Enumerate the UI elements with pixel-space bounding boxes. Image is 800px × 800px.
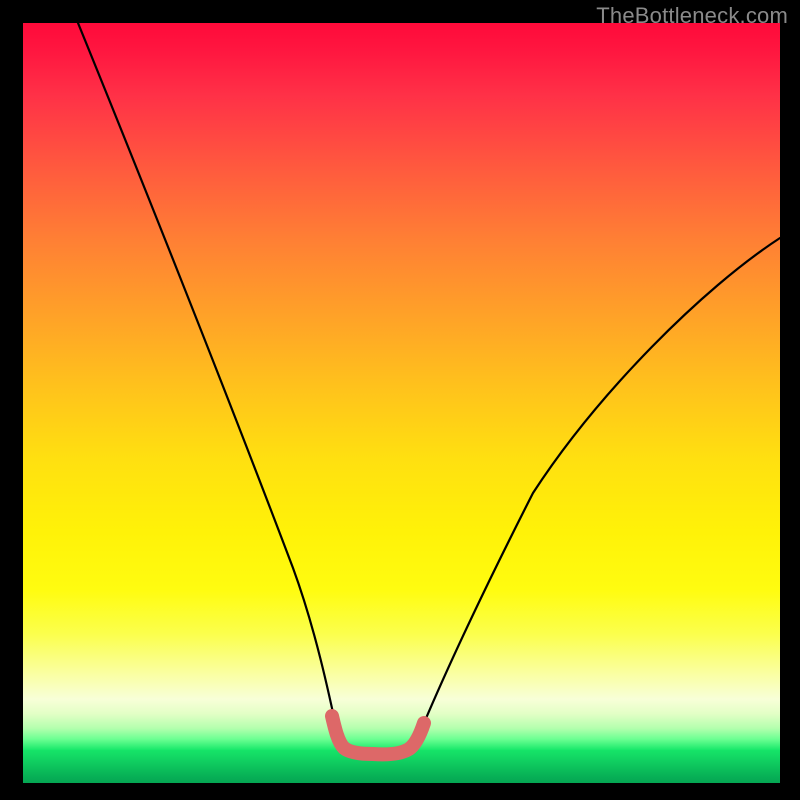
highlight-segment (332, 716, 424, 754)
chart-stage: TheBottleneck.com (0, 0, 800, 800)
watermark-text: TheBottleneck.com (596, 3, 788, 29)
bottleneck-curve (78, 23, 780, 754)
plot-area (23, 23, 780, 783)
curve-svg (23, 23, 780, 783)
